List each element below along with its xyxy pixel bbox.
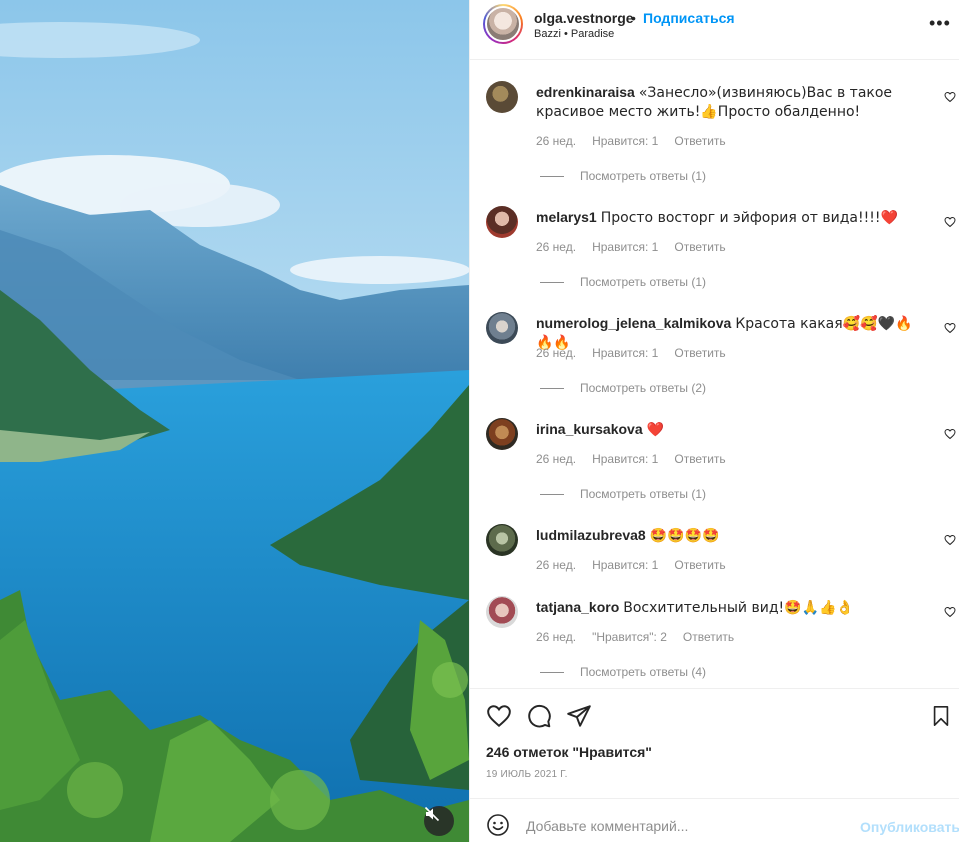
likes-count[interactable]: 246 отметок "Нравится" [486, 744, 652, 760]
comment-likes[interactable]: Нравится: 1 [592, 558, 658, 572]
comment-meta: 26 нед. Нравится: 1 Ответить [536, 240, 726, 254]
comment-avatar[interactable] [486, 418, 518, 450]
comment-age[interactable]: 26 нед. [536, 346, 576, 360]
comment-text-block: melarys1 Просто восторг и эйфория от вида… [536, 208, 926, 227]
mute-button[interactable] [424, 806, 454, 836]
comment-age[interactable]: 26 нед. [536, 134, 576, 148]
comment-text: Просто восторг и эйфория от вида!!!!❤️ [600, 210, 898, 226]
view-replies-button[interactable]: Посмотреть ответы (2) [540, 381, 706, 395]
post-viewer: olga.vestnorge • Подписаться Bazzi • Par… [0, 0, 959, 842]
reply-button[interactable]: Ответить [674, 134, 725, 148]
reply-button[interactable]: Ответить [674, 240, 725, 254]
fjord-landscape-image [0, 0, 469, 842]
emoji-smiley-icon[interactable] [486, 813, 510, 837]
view-replies-label: Посмотреть ответы (1) [580, 487, 707, 501]
comment-text: Восхитительный вид!🤩🙏👍👌 [623, 600, 854, 616]
comments-list[interactable]: edrenkinaraisa «Занесло»(извиняюсь)Вас в … [470, 61, 959, 687]
comment-meta: 26 нед. Нравится: 1 Ответить [536, 558, 726, 572]
like-comment-heart-icon[interactable] [944, 91, 956, 103]
like-comment-heart-icon[interactable] [944, 606, 956, 618]
post-header: olga.vestnorge • Подписаться Bazzi • Par… [470, 0, 959, 60]
comment-username[interactable]: irina_kursakova [536, 421, 643, 437]
more-options-icon[interactable]: ••• [929, 13, 951, 34]
view-replies-label: Посмотреть ответы (2) [580, 381, 707, 395]
comment-text-block: ludmilazubreva8 🤩🤩🤩🤩 [536, 526, 926, 545]
post-actions: 246 отметок "Нравится" 19 ИЮЛЬ 2021 Г. [470, 688, 959, 798]
muted-speaker-icon [424, 806, 440, 822]
comment-age[interactable]: 26 нед. [536, 630, 576, 644]
post-date[interactable]: 19 ИЮЛЬ 2021 Г. [486, 769, 568, 780]
comment-avatar[interactable] [486, 312, 518, 344]
like-comment-heart-icon[interactable] [944, 322, 956, 334]
comment-meta: 26 нед. Нравится: 1 Ответить [536, 134, 726, 148]
comment-username[interactable]: melarys1 [536, 209, 597, 225]
comment-avatar[interactable] [486, 524, 518, 556]
reply-button[interactable]: Ответить [674, 346, 725, 360]
view-replies-label: Посмотреть ответы (4) [580, 665, 707, 679]
like-comment-heart-icon[interactable] [944, 216, 956, 228]
comment-avatar[interactable] [486, 596, 518, 628]
view-replies-label: Посмотреть ответы (1) [580, 169, 707, 183]
comment-bubble-icon[interactable] [526, 703, 552, 729]
view-replies-label: Посмотреть ответы (1) [580, 275, 707, 289]
comment-meta: 26 нед. "Нравится": 2 Ответить [536, 630, 734, 644]
comment-likes[interactable]: Нравится: 1 [592, 452, 658, 466]
replies-divider [540, 671, 564, 673]
like-heart-icon[interactable] [486, 703, 512, 729]
view-replies-button[interactable]: Посмотреть ответы (4) [540, 665, 706, 679]
comment-meta: 26 нед. Нравится: 1 Ответить [536, 346, 726, 360]
post-media-video[interactable] [0, 0, 469, 842]
comment-username[interactable]: numerolog_jelena_kalmikova [536, 315, 731, 331]
comment-likes[interactable]: Нравится: 1 [592, 134, 658, 148]
author-username[interactable]: olga.vestnorge [534, 10, 634, 26]
publish-button[interactable]: Опубликовать [860, 819, 959, 835]
comment-text-block: irina_kursakova ❤️ [536, 420, 926, 439]
comment-text: 🤩🤩🤩🤩 [649, 528, 720, 544]
comment-username[interactable]: edrenkinaraisa [536, 84, 635, 100]
view-replies-button[interactable]: Посмотреть ответы (1) [540, 275, 706, 289]
reply-button[interactable]: Ответить [674, 558, 725, 572]
post-side-panel: olga.vestnorge • Подписаться Bazzi • Par… [469, 0, 959, 842]
share-send-icon[interactable] [566, 703, 592, 729]
comment-input[interactable] [526, 811, 846, 841]
comment-avatar[interactable] [486, 81, 518, 113]
comment-text-block: tatjana_koro Восхитительный вид!🤩🙏👍👌 [536, 598, 926, 617]
reply-button[interactable]: Ответить [674, 452, 725, 466]
replies-divider [540, 281, 564, 283]
comment-likes[interactable]: Нравится: 1 [592, 240, 658, 254]
header-separator: • [631, 10, 636, 26]
save-bookmark-icon[interactable] [930, 703, 952, 729]
comment-age[interactable]: 26 нед. [536, 240, 576, 254]
comment-username[interactable]: tatjana_koro [536, 599, 619, 615]
comment-age[interactable]: 26 нед. [536, 558, 576, 572]
comment-likes[interactable]: Нравится: 1 [592, 346, 658, 360]
comment-meta: 26 нед. Нравится: 1 Ответить [536, 452, 726, 466]
comment-text-block: edrenkinaraisa «Занесло»(извиняюсь)Вас в … [536, 83, 926, 121]
comment-text: ❤️ [646, 422, 665, 438]
follow-button[interactable]: Подписаться [643, 10, 735, 26]
replies-divider [540, 175, 564, 177]
comment-username[interactable]: ludmilazubreva8 [536, 527, 646, 543]
comment-likes[interactable]: "Нравится": 2 [592, 630, 667, 644]
like-comment-heart-icon[interactable] [944, 534, 956, 546]
view-replies-button[interactable]: Посмотреть ответы (1) [540, 169, 706, 183]
reply-button[interactable]: Ответить [683, 630, 734, 644]
replies-divider [540, 387, 564, 389]
replies-divider [540, 493, 564, 495]
like-comment-heart-icon[interactable] [944, 428, 956, 440]
comment-age[interactable]: 26 нед. [536, 452, 576, 466]
comment-avatar[interactable] [486, 206, 518, 238]
author-avatar[interactable] [483, 4, 523, 44]
audio-subtitle[interactable]: Bazzi • Paradise [534, 28, 614, 40]
comment-composer: Опубликовать [470, 798, 959, 842]
view-replies-button[interactable]: Посмотреть ответы (1) [540, 487, 706, 501]
